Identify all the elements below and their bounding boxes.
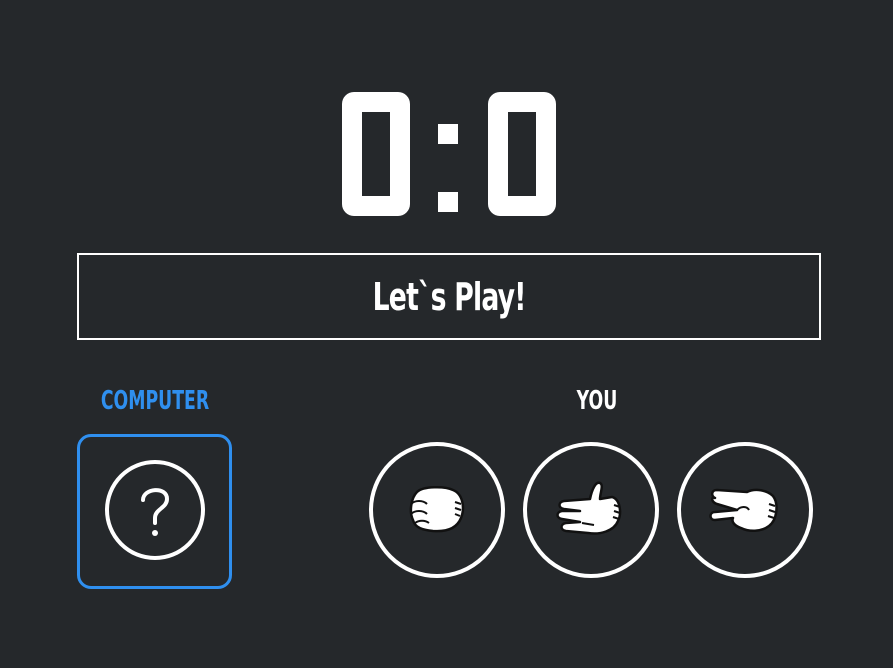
scoreboard: 0 : 0 [0, 92, 893, 222]
scissors-hand-icon [707, 482, 783, 538]
rock-button[interactable]: rock [369, 442, 505, 578]
player-score-value: 0 [508, 112, 509, 113]
player-score: 0 [488, 92, 556, 216]
status-message-box: Let`s Play! [77, 253, 821, 340]
computer-score-value: 0 [362, 112, 363, 113]
paper-button[interactable]: paper [523, 442, 659, 578]
status-message: Let`s Play! [372, 274, 526, 319]
separator-dot-top [438, 124, 458, 144]
you-label: YOU [576, 386, 618, 416]
score-separator: : [436, 114, 460, 214]
open-hand-icon [554, 477, 628, 543]
computer-label: COMPUTER [100, 386, 210, 416]
separator-value: : [436, 114, 437, 115]
question-mark-icon [103, 458, 207, 566]
computer-choice-box [77, 434, 232, 589]
computer-score: 0 [342, 92, 410, 216]
fist-hand-icon [405, 482, 469, 538]
separator-dot-bottom [438, 192, 458, 212]
scissors-button[interactable]: scissors [677, 442, 813, 578]
